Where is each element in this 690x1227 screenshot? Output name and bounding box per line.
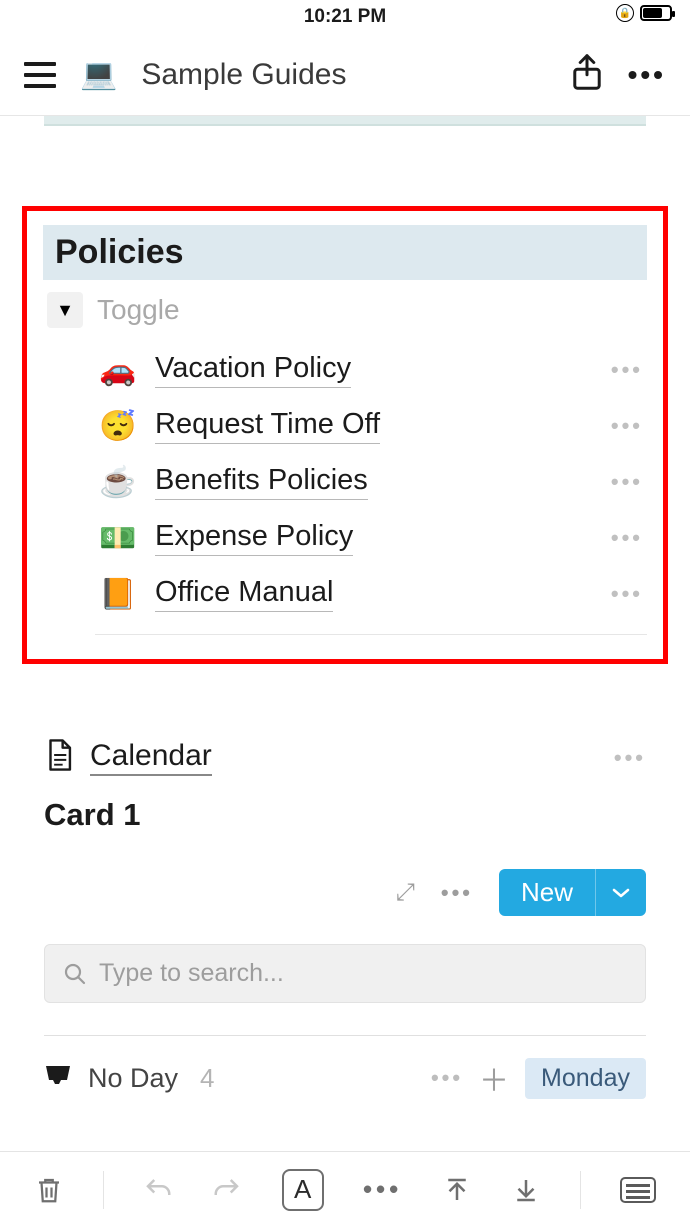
noday-more-button[interactable]: ••• bbox=[431, 1065, 463, 1091]
policy-link[interactable]: Expense Policy bbox=[155, 520, 353, 556]
divider bbox=[44, 1035, 646, 1036]
toggle-block[interactable]: ▼ Toggle bbox=[43, 292, 647, 328]
search-box[interactable] bbox=[44, 944, 646, 1003]
policy-item[interactable]: 🚗 Vacation Policy ••• bbox=[95, 342, 647, 398]
coffee-icon: ☕ bbox=[99, 465, 137, 500]
policy-link[interactable]: Benefits Policies bbox=[155, 464, 368, 500]
undo-button[interactable] bbox=[143, 1175, 173, 1205]
item-more-button[interactable]: ••• bbox=[611, 357, 643, 383]
policy-item[interactable]: 💵 Expense Policy ••• bbox=[95, 510, 647, 566]
book-icon: 📙 bbox=[99, 577, 137, 612]
policy-link[interactable]: Vacation Policy bbox=[155, 352, 351, 388]
new-dropdown-button[interactable] bbox=[595, 869, 646, 916]
app-header: 💻 Sample Guides ••• bbox=[0, 34, 690, 116]
share-button[interactable] bbox=[570, 53, 604, 96]
policies-list: 🚗 Vacation Policy ••• 😴 Request Time Off… bbox=[43, 342, 647, 635]
toolbar-more-button[interactable]: ••• bbox=[363, 1174, 402, 1205]
keyboard-button[interactable] bbox=[620, 1177, 656, 1203]
trash-button[interactable] bbox=[34, 1175, 64, 1205]
policy-item[interactable]: 😴 Request Time Off ••• bbox=[95, 398, 647, 454]
noday-count: 4 bbox=[200, 1063, 214, 1094]
rotation-lock-icon: 🔒 bbox=[616, 4, 634, 22]
policy-item[interactable]: 📙 Office Manual ••• bbox=[95, 566, 647, 622]
day-badge[interactable]: Monday bbox=[525, 1058, 646, 1099]
page-icon bbox=[44, 738, 74, 777]
redo-button[interactable] bbox=[212, 1175, 242, 1205]
item-more-button[interactable]: ••• bbox=[611, 413, 643, 439]
separator bbox=[103, 1171, 104, 1209]
noday-label[interactable]: No Day bbox=[88, 1063, 178, 1094]
calendar-link[interactable]: Calendar bbox=[90, 739, 212, 776]
policies-section-highlight: Policies ▼ Toggle 🚗 Vacation Policy ••• … bbox=[22, 206, 668, 664]
font-style-button[interactable]: A bbox=[282, 1169, 324, 1211]
item-more-button[interactable]: ••• bbox=[611, 581, 643, 607]
calendar-more-button[interactable]: ••• bbox=[614, 745, 646, 771]
page-title[interactable]: Sample Guides bbox=[141, 58, 545, 92]
card-more-button[interactable]: ••• bbox=[441, 880, 473, 906]
calendar-section: Calendar ••• Card 1 ⤢ ••• New No Day 4 •… bbox=[44, 738, 646, 1100]
status-bar: 10:21 PM 🔒 bbox=[0, 0, 690, 34]
add-card-button[interactable]: ＋ bbox=[479, 1056, 509, 1100]
new-button[interactable]: New bbox=[499, 869, 646, 916]
policy-link[interactable]: Office Manual bbox=[155, 576, 333, 612]
toggle-caret-icon[interactable]: ▼ bbox=[47, 292, 83, 328]
policies-heading[interactable]: Policies bbox=[43, 225, 647, 280]
keyboard-icon bbox=[620, 1177, 656, 1203]
sleep-icon: 😴 bbox=[99, 409, 137, 444]
menu-button[interactable] bbox=[24, 62, 56, 88]
status-time: 10:21 PM bbox=[304, 6, 386, 28]
previous-block-peek bbox=[44, 116, 646, 126]
more-button[interactable]: ••• bbox=[628, 59, 666, 91]
policy-link[interactable]: Request Time Off bbox=[155, 408, 380, 444]
bottom-toolbar: A ••• bbox=[0, 1151, 690, 1227]
policy-item[interactable]: ☕ Benefits Policies ••• bbox=[95, 454, 647, 510]
move-down-button[interactable] bbox=[511, 1175, 541, 1205]
car-icon: 🚗 bbox=[99, 353, 137, 388]
separator bbox=[580, 1171, 581, 1209]
search-input[interactable] bbox=[99, 959, 627, 988]
search-icon bbox=[63, 962, 87, 986]
card-title[interactable]: Card 1 bbox=[44, 797, 646, 833]
page-icon: 💻 bbox=[80, 57, 117, 92]
new-button-label[interactable]: New bbox=[499, 869, 595, 916]
battery-icon bbox=[640, 5, 672, 21]
inbox-icon bbox=[44, 1063, 72, 1094]
item-more-button[interactable]: ••• bbox=[611, 469, 643, 495]
money-icon: 💵 bbox=[99, 521, 137, 556]
item-more-button[interactable]: ••• bbox=[611, 525, 643, 551]
divider bbox=[95, 634, 647, 635]
move-up-button[interactable] bbox=[442, 1175, 472, 1205]
expand-button[interactable]: ⤢ bbox=[396, 879, 415, 907]
toggle-placeholder: Toggle bbox=[97, 294, 180, 326]
